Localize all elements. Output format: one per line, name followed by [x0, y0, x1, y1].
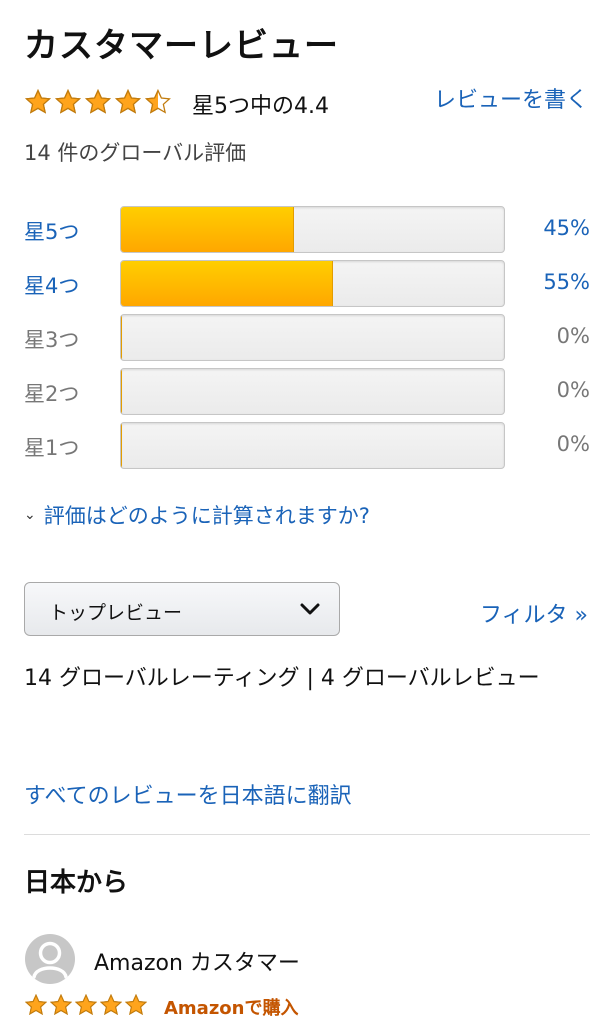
star-icon	[115, 89, 141, 114]
star-icon	[24, 993, 48, 1015]
histogram-label: 星5つ	[24, 220, 80, 244]
star-icon	[99, 993, 123, 1015]
histogram-label: 星3つ	[24, 328, 80, 352]
histogram-bar	[120, 368, 505, 415]
ratings-reviews-summary: 14 グローバルレーティング | 4 グローバルレビュー	[24, 666, 540, 691]
histogram-row-2: 星2つ 0%	[24, 368, 590, 416]
star-icon	[85, 89, 111, 114]
histogram-fill	[121, 315, 122, 360]
review-rating-stars	[24, 993, 148, 1017]
divider	[24, 834, 590, 835]
histogram-row-1: 星1つ 0%	[24, 422, 590, 470]
sort-selected-value: トップレビュー	[49, 602, 183, 624]
average-rating-text: 星5つ中の4.4	[192, 94, 329, 119]
histogram-percent: 45%	[543, 216, 590, 240]
histogram-bar	[120, 206, 505, 253]
verified-purchase-badge: Amazonで購入	[164, 998, 299, 1019]
histogram-label: 星1つ	[24, 436, 80, 460]
histogram-bar	[120, 314, 505, 361]
histogram-label: 星4つ	[24, 274, 80, 298]
histogram-percent: 0%	[556, 324, 590, 348]
region-heading: 日本から	[24, 868, 129, 898]
translate-reviews-link[interactable]: すべてのレビューを日本語に翻訳	[24, 778, 352, 810]
histogram-percent: 55%	[543, 270, 590, 294]
histogram-bar	[120, 260, 505, 307]
how-ratings-calculated-link[interactable]: ⌄ 評価はどのように計算されますか?	[24, 500, 370, 530]
page-title: カスタマーレビュー	[24, 26, 339, 66]
average-rating-stars	[24, 88, 172, 116]
star-icon	[25, 89, 51, 114]
histogram-fill	[121, 369, 122, 414]
chevron-down-icon	[300, 603, 320, 615]
histogram-bar	[120, 422, 505, 469]
user-icon	[32, 941, 68, 979]
histogram-fill	[121, 261, 333, 306]
histogram-fill	[121, 207, 295, 252]
filter-link[interactable]: フィルタ »	[480, 597, 588, 629]
histogram-row-4[interactable]: 星4つ 55%	[24, 260, 590, 308]
star-icon	[49, 993, 73, 1015]
write-review-link[interactable]: レビューを書く	[434, 82, 588, 114]
star-icon	[74, 993, 98, 1015]
histogram-percent: 0%	[556, 432, 590, 456]
global-ratings-count: 14 件のグローバル評価	[24, 141, 247, 165]
histogram-row-5[interactable]: 星5つ 45%	[24, 206, 590, 254]
how-ratings-calculated-label: 評価はどのように計算されますか?	[43, 504, 370, 528]
star-icon	[145, 89, 171, 114]
histogram-percent: 0%	[556, 378, 590, 402]
reviewer-name[interactable]: Amazon カスタマー	[94, 945, 300, 977]
avatar	[25, 934, 75, 984]
star-icon	[55, 89, 81, 114]
histogram-fill	[121, 423, 122, 468]
chevron-down-icon: ⌄	[24, 507, 36, 523]
sort-dropdown[interactable]: トップレビュー	[24, 582, 340, 636]
star-icon	[124, 993, 148, 1015]
histogram-label: 星2つ	[24, 382, 80, 406]
histogram-row-3: 星3つ 0%	[24, 314, 590, 362]
